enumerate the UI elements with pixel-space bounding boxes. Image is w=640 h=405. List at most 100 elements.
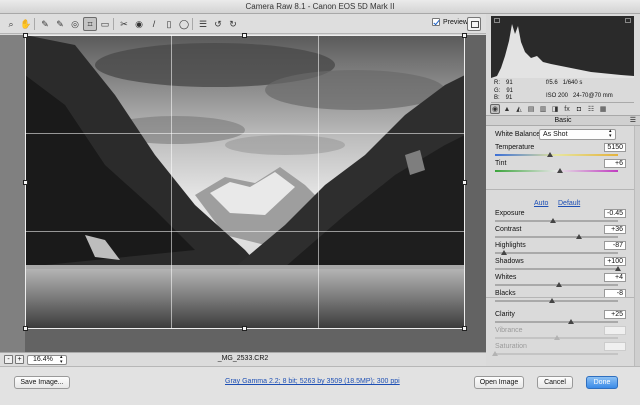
panel-tab-icon[interactable]: fx xyxy=(562,104,572,114)
slider-track[interactable] xyxy=(495,252,618,254)
slider-highlights[interactable]: Highlights -87 xyxy=(495,241,635,258)
slider-thumb[interactable] xyxy=(557,168,564,173)
slider-value-field[interactable]: 5150 xyxy=(604,143,626,152)
slider-track[interactable] xyxy=(495,154,618,156)
slider-track[interactable] xyxy=(495,353,618,355)
slider-thumb[interactable] xyxy=(615,266,621,271)
hand-tool-icon[interactable]: ✋ xyxy=(19,17,33,31)
slider-track[interactable] xyxy=(495,300,618,302)
crop-handle[interactable] xyxy=(462,180,467,185)
panel-tab-icon[interactable]: ▤ xyxy=(526,104,536,114)
slider-label: Blacks xyxy=(495,290,516,297)
targeted-adjustment-tool-icon[interactable]: ◎ xyxy=(68,17,82,31)
slider-shadows[interactable]: Shadows +100 xyxy=(495,257,635,274)
slider-saturation[interactable]: Saturation xyxy=(492,342,635,359)
slider-track[interactable] xyxy=(495,321,618,323)
highlight-clipping-icon[interactable] xyxy=(625,18,631,23)
slider-value-field[interactable]: +100 xyxy=(604,257,626,266)
shadow-clipping-icon[interactable] xyxy=(494,18,500,23)
save-image-button[interactable]: Save Image... xyxy=(14,376,70,389)
adjustment-panel: R: 91 G: 91 B: 91 f/5.6 1/640 s ISO 200 24-70… xyxy=(486,14,640,366)
slider-temperature[interactable]: Temperature 5150 xyxy=(495,143,635,160)
slider-clarity[interactable]: Clarity +25 xyxy=(495,310,635,327)
image-info: R: 91 G: 91 B: 91 f/5.6 1/640 s ISO 200 24-70… xyxy=(491,78,634,103)
auto-link[interactable]: Auto xyxy=(534,200,548,207)
shutter-speed: 1/640 s xyxy=(562,80,583,86)
panel-tab-icon[interactable]: ▥ xyxy=(538,104,548,114)
slider-value-field[interactable]: -0.45 xyxy=(604,209,626,218)
spot-removal-tool-icon[interactable]: ✂ xyxy=(117,17,131,31)
slider-track[interactable] xyxy=(495,220,618,222)
panel-tab-icon[interactable]: ◨ xyxy=(550,104,560,114)
done-button[interactable]: Done xyxy=(586,376,618,389)
zoom-tool-icon[interactable]: ⌕ xyxy=(4,17,18,31)
slider-blacks[interactable]: Blacks -8 xyxy=(495,289,635,306)
open-image-button[interactable]: Open Image xyxy=(474,376,524,389)
graduated-filter-icon[interactable]: ▯ xyxy=(162,17,176,31)
panel-scrollbar[interactable] xyxy=(634,126,640,366)
rotate-right-icon[interactable]: ↻ xyxy=(226,17,240,31)
crop-handle[interactable] xyxy=(23,33,28,38)
slider-value-field[interactable]: +6 xyxy=(604,159,626,168)
histogram xyxy=(491,16,634,78)
slider-value-field[interactable]: +36 xyxy=(604,225,626,234)
preferences-icon[interactable]: ☰ xyxy=(196,17,210,31)
crop-handle[interactable] xyxy=(23,326,28,331)
panel-title: Basic ☰ xyxy=(486,116,640,126)
adjustment-brush-icon[interactable]: / xyxy=(147,17,161,31)
slider-thumb[interactable] xyxy=(575,234,582,239)
slider-label: Vibrance xyxy=(495,327,523,334)
default-link[interactable]: Default xyxy=(558,200,580,207)
lens: 24-70@70 mm xyxy=(573,92,613,99)
panel-tab-icon[interactable]: ▲ xyxy=(502,104,512,114)
slider-value-field[interactable]: +4 xyxy=(604,273,626,282)
slider-thumb[interactable] xyxy=(492,351,498,356)
slider-thumb[interactable] xyxy=(568,319,575,324)
crop-handle[interactable] xyxy=(23,180,28,185)
photo-preview[interactable] xyxy=(25,35,465,329)
radial-filter-icon[interactable]: ◯ xyxy=(177,17,191,31)
straighten-tool-icon[interactable]: ▭ xyxy=(98,17,112,31)
panel-tab-icon[interactable]: ▦ xyxy=(598,104,608,114)
slider-tint[interactable]: Tint +6 xyxy=(495,159,635,176)
rgb-row: B: 91 xyxy=(494,95,513,103)
crop-handle[interactable] xyxy=(462,33,467,38)
slider-thumb[interactable] xyxy=(500,250,507,255)
slider-track[interactable] xyxy=(495,268,618,270)
image-canvas[interactable] xyxy=(0,33,486,352)
panel-tab-icon[interactable]: ◘ xyxy=(574,104,584,114)
panel-tab-icon[interactable]: ◭ xyxy=(514,104,524,114)
preview-toggle[interactable]: Preview xyxy=(432,18,468,26)
slider-contrast[interactable]: Contrast +36 xyxy=(495,225,635,242)
slider-value-field[interactable]: -87 xyxy=(604,241,626,250)
red-eye-removal-tool-icon[interactable]: ◉ xyxy=(132,17,146,31)
slider-thumb[interactable] xyxy=(553,335,560,340)
slider-thumb[interactable] xyxy=(555,282,562,287)
slider-value-field[interactable]: +25 xyxy=(604,310,626,319)
slider-track[interactable] xyxy=(495,236,618,238)
slider-thumb[interactable] xyxy=(548,298,555,303)
workflow-options-link[interactable]: Gray Gamma 2.2; 8 bit; 5263 by 3509 (18.… xyxy=(225,378,400,385)
slider-thumb[interactable] xyxy=(547,152,554,157)
rgb-value: 91 xyxy=(506,87,514,94)
slider-vibrance[interactable]: Vibrance xyxy=(495,326,635,343)
divider xyxy=(486,297,640,298)
slider-exposure[interactable]: Exposure -0.45 xyxy=(495,209,635,226)
slider-whites[interactable]: Whites +4 xyxy=(495,273,635,290)
crop-handle[interactable] xyxy=(462,326,467,331)
preview-checkbox[interactable] xyxy=(432,18,440,26)
panel-tab-icon[interactable]: ☷ xyxy=(586,104,596,114)
full-screen-button[interactable] xyxy=(467,17,481,31)
cancel-button[interactable]: Cancel xyxy=(537,376,573,389)
white-balance-tool-icon[interactable]: ✎ xyxy=(38,17,52,31)
slider-thumb[interactable] xyxy=(549,218,556,223)
white-balance-select[interactable]: As Shot xyxy=(539,129,616,140)
panel-tab-icon[interactable]: ◉ xyxy=(490,104,500,114)
crop-handle[interactable] xyxy=(242,33,247,38)
window-title: Camera Raw 8.1 - Canon EOS 5D Mark II xyxy=(0,0,640,14)
rotate-left-icon[interactable]: ↺ xyxy=(211,17,225,31)
crop-tool-icon[interactable]: ⌗ xyxy=(83,17,97,31)
panel-menu-icon[interactable]: ☰ xyxy=(630,116,636,126)
color-sampler-tool-icon[interactable]: ✎ xyxy=(53,17,67,31)
crop-handle[interactable] xyxy=(242,326,247,331)
